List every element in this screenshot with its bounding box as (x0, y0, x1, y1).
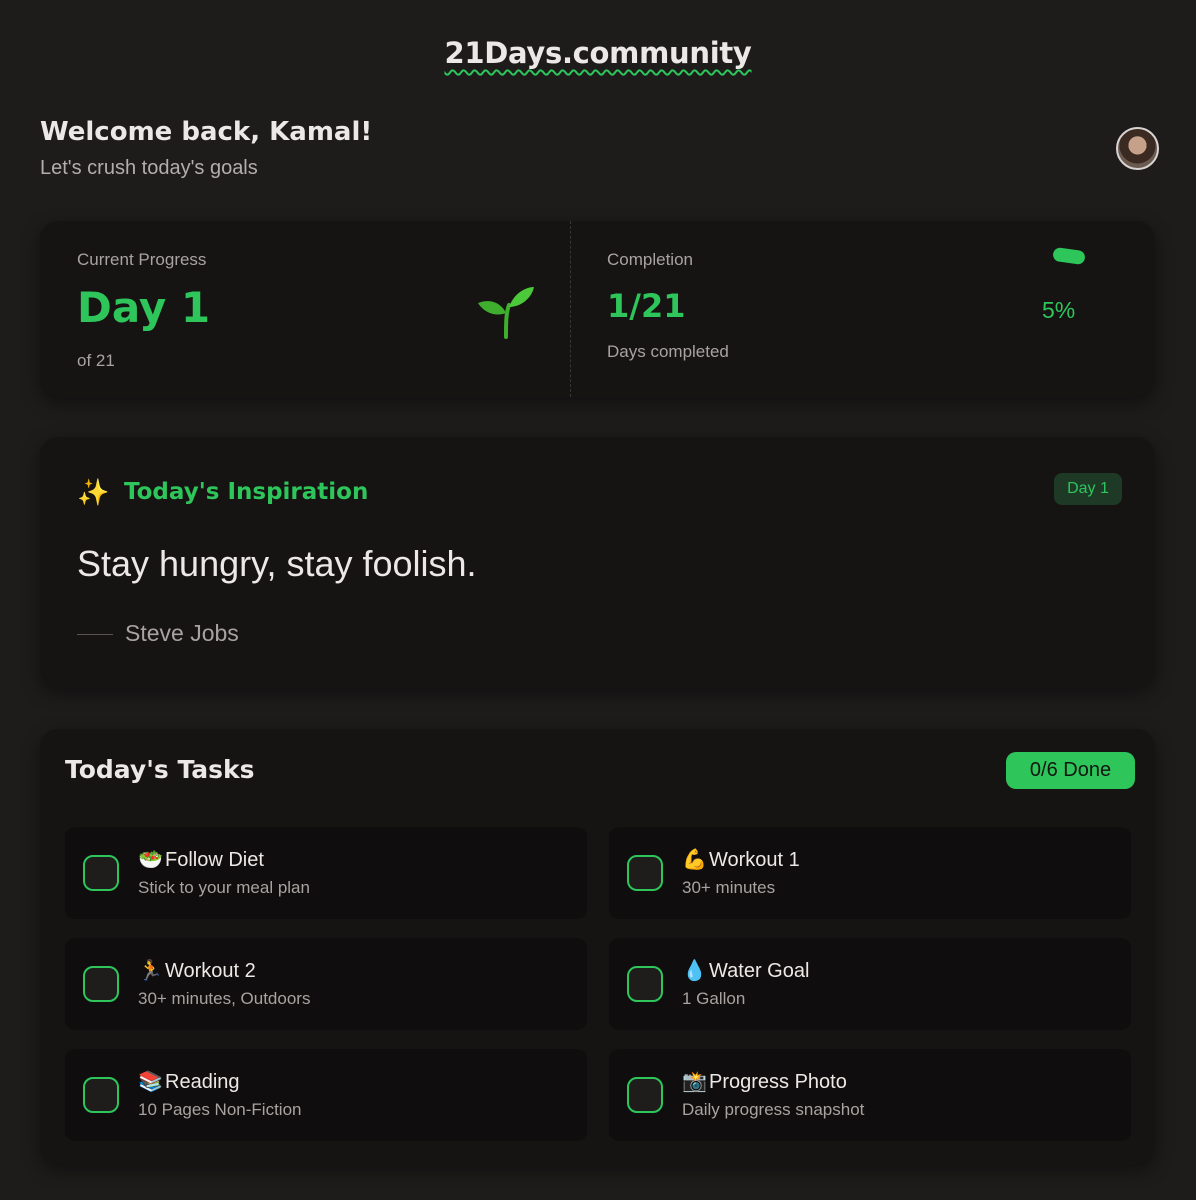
inspiration-card: ✨ Today's Inspiration Day 1 Stay hungry,… (40, 437, 1155, 687)
task-description: Daily progress snapshot (682, 1100, 865, 1119)
task-checkbox[interactable] (627, 1077, 663, 1113)
task-checkbox[interactable] (627, 855, 663, 891)
quote-author: Steve Jobs (125, 620, 239, 646)
salad-icon: 🥗 (138, 849, 163, 871)
task-name: Progress Photo (709, 1071, 847, 1093)
task-progress-photo[interactable]: 📸 Progress Photo Daily progress snapshot (609, 1049, 1131, 1141)
welcome-subtitle: Let's crush today's goals (40, 157, 258, 179)
task-title: 💧 Water Goal (682, 958, 809, 983)
task-checkbox[interactable] (627, 966, 663, 1002)
task-title: 📚 Reading (138, 1069, 240, 1094)
task-checkbox[interactable] (83, 1077, 119, 1113)
flexed-arm-icon: 💪 (682, 849, 707, 871)
current-progress-label: Current Progress (77, 250, 207, 269)
quote-text: Stay hungry, stay foolish. (77, 543, 477, 584)
task-name: Workout 2 (165, 960, 256, 982)
tasks-card: Today's Tasks 0/6 Done 🥗 Follow Diet Stic… (40, 729, 1155, 1164)
sprout-icon (478, 287, 534, 339)
progress-card: Current Progress Day 1 of 21 Completion … (40, 221, 1155, 397)
completion-count: 1/21 (607, 287, 686, 325)
task-title: 🥗 Follow Diet (138, 847, 264, 872)
books-icon: 📚 (138, 1071, 163, 1093)
task-title: 💪 Workout 1 (682, 847, 800, 872)
completion-percent: 5% (1042, 297, 1076, 323)
task-checkbox[interactable] (83, 966, 119, 1002)
avatar[interactable] (1116, 127, 1159, 170)
current-day: Day 1 (77, 283, 211, 332)
task-description: 1 Gallon (682, 989, 746, 1008)
brand-logo[interactable]: 21Days.community (0, 36, 1196, 70)
tasks-title: Today's Tasks (65, 755, 255, 784)
task-checkbox[interactable] (83, 855, 119, 891)
inspiration-title: Today's Inspiration (124, 479, 369, 505)
task-water-goal[interactable]: 💧 Water Goal 1 Gallon (609, 938, 1131, 1030)
task-description: 30+ minutes (682, 878, 776, 897)
task-title: 📸 Progress Photo (682, 1069, 847, 1094)
welcome-heading: Welcome back, Kamal! (40, 117, 373, 147)
task-description: 10 Pages Non-Fiction (138, 1100, 302, 1119)
task-title: 🏃 Workout 2 (138, 958, 256, 983)
task-description: 30+ minutes, Outdoors (138, 989, 311, 1008)
camera-flash-icon: 📸 (682, 1071, 707, 1093)
task-reading[interactable]: 📚 Reading 10 Pages Non-Fiction (65, 1049, 587, 1141)
author-divider (77, 634, 113, 635)
task-workout-1[interactable]: 💪 Workout 1 30+ minutes (609, 827, 1131, 919)
card-divider (570, 221, 571, 397)
completion-label: Completion (607, 250, 693, 269)
app-page: 21Days.community Welcome back, Kamal! Le… (0, 0, 1196, 1200)
task-name: Follow Diet (165, 849, 264, 871)
runner-icon: 🏃 (138, 960, 163, 982)
task-description: Stick to your meal plan (138, 878, 310, 897)
task-name: Reading (165, 1071, 240, 1093)
task-name: Water Goal (709, 960, 810, 982)
task-workout-2[interactable]: 🏃 Workout 2 30+ minutes, Outdoors (65, 938, 587, 1030)
task-follow-diet[interactable]: 🥗 Follow Diet Stick to your meal plan (65, 827, 587, 919)
droplet-icon: 💧 (682, 960, 707, 982)
tasks-done-badge: 0/6 Done (1006, 752, 1135, 789)
progress-ring (1052, 246, 1086, 266)
completion-sub: Days completed (607, 342, 729, 361)
task-name: Workout 1 (709, 849, 800, 871)
day-badge: Day 1 (1054, 473, 1122, 505)
sparkles-icon: ✨ (77, 477, 110, 507)
day-total: of 21 (77, 351, 115, 370)
